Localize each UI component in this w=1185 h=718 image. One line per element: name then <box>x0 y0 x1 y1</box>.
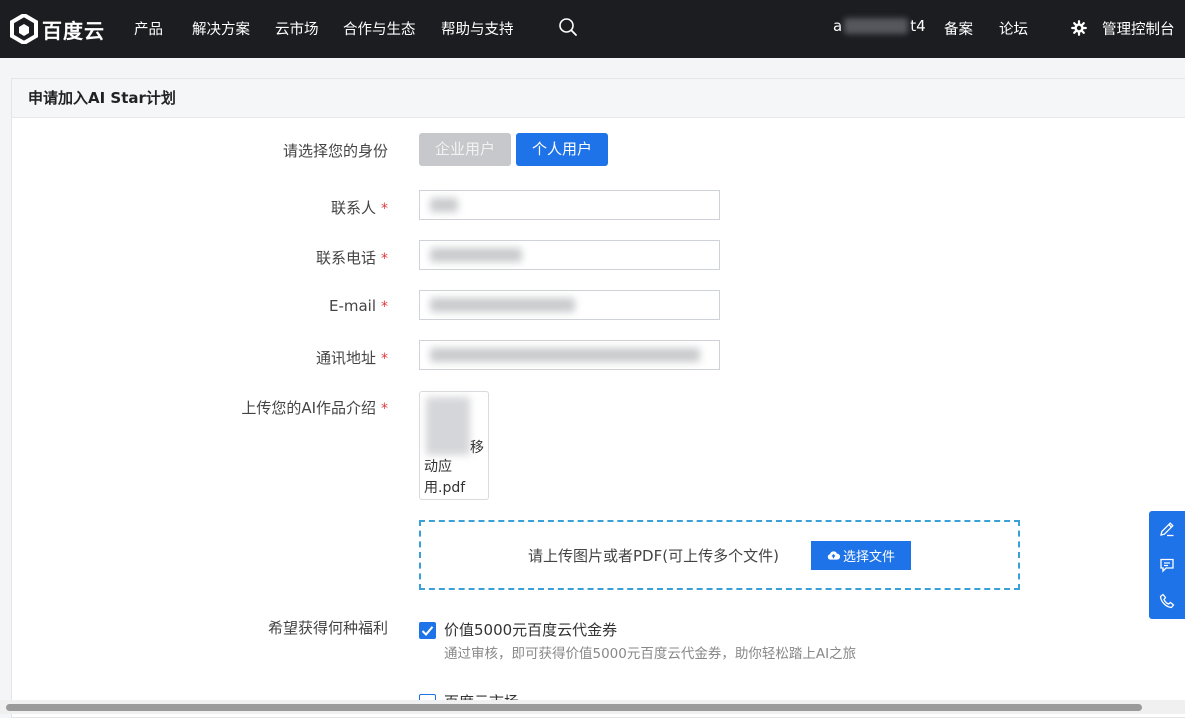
search-icon[interactable] <box>558 17 578 37</box>
phone-label: 联系电话 * <box>12 247 402 268</box>
contact-label: 联系人 * <box>12 197 402 218</box>
email-label: E-mail * <box>12 297 402 315</box>
brand-name: 百度云 <box>42 18 105 43</box>
nav-forum[interactable]: 论坛 <box>999 18 1028 39</box>
voucher-checkbox[interactable] <box>419 622 436 639</box>
redacted-value <box>430 248 522 262</box>
email-input[interactable] <box>419 290 720 320</box>
nav-products[interactable]: 产品 <box>134 18 163 39</box>
redacted-value <box>430 198 458 212</box>
file-name-part: 动应用.pdf <box>424 459 466 496</box>
check-icon <box>421 626 434 636</box>
voucher-option-desc: 通过审核，即可获得价值5000元百度云代金券，助你轻松踏上AI之旅 <box>444 646 857 662</box>
address-label-text: 通讯地址 <box>315 349 376 367</box>
brand-logo[interactable]: 百度云 <box>10 14 105 44</box>
benefits-label: 希望获得何种福利 <box>12 617 402 638</box>
address-label: 通讯地址 * <box>12 347 402 368</box>
baidu-cloud-logo-icon <box>10 14 38 44</box>
account-suffix: t4 <box>910 17 926 35</box>
address-input[interactable] <box>419 340 720 370</box>
console-link[interactable]: 管理控制台 <box>1102 18 1175 39</box>
uploaded-file-card[interactable]: 移 动应用.pdf <box>419 391 489 500</box>
identity-personal-button[interactable]: 个人用户 <box>516 133 608 166</box>
nav-support[interactable]: 帮助与支持 <box>441 18 514 39</box>
identity-label-text: 请选择您的身份 <box>282 142 388 160</box>
feedback-icon[interactable] <box>1158 556 1176 574</box>
horizontal-scrollbar[interactable] <box>0 700 1185 714</box>
nav-marketplace[interactable]: 云市场 <box>275 18 319 39</box>
phone-input[interactable] <box>419 240 720 270</box>
required-mark: * <box>381 201 388 217</box>
form-title: 申请加入AI Star计划 <box>12 79 1185 118</box>
required-mark: * <box>381 251 388 267</box>
benefits-label-text: 希望获得何种福利 <box>267 619 388 637</box>
upload-dropzone[interactable]: 请上传图片或者PDF(可上传多个文件) 选择文件 <box>419 520 1020 590</box>
required-mark: * <box>381 351 388 367</box>
email-label-text: E-mail <box>328 297 376 315</box>
required-mark: * <box>381 401 388 417</box>
redacted-value <box>430 298 575 312</box>
phone-label-text: 联系电话 <box>315 249 376 267</box>
edit-icon[interactable] <box>1158 520 1176 538</box>
voucher-option-title[interactable]: 价值5000元百度云代金券 <box>444 619 617 640</box>
identity-enterprise-button[interactable]: 企业用户 <box>419 133 511 166</box>
contact-input[interactable] <box>419 190 720 220</box>
redacted-value <box>430 348 700 362</box>
account-prefix: a <box>833 17 843 35</box>
floating-toolbar <box>1149 511 1185 619</box>
upload-label: 上传您的AI作品介绍 * <box>12 397 402 418</box>
scrollbar-thumb[interactable] <box>6 704 1142 711</box>
file-name-part: 移 <box>470 440 484 456</box>
nav-filing[interactable]: 备案 <box>944 18 973 39</box>
cloud-upload-icon <box>827 551 840 560</box>
top-nav: 百度云 产品 解决方案 云市场 合作与生态 帮助与支持 a t4 备案 论坛 管… <box>0 0 1185 58</box>
required-mark: * <box>381 299 388 315</box>
phone-icon[interactable] <box>1158 592 1176 610</box>
account-name[interactable]: a t4 <box>833 17 926 35</box>
dropzone-text: 请上传图片或者PDF(可上传多个文件) <box>528 547 779 565</box>
account-mask <box>844 18 909 34</box>
contact-label-text: 联系人 <box>330 199 376 217</box>
nav-solutions[interactable]: 解决方案 <box>192 18 250 39</box>
nav-ecosystem[interactable]: 合作与生态 <box>343 18 416 39</box>
identity-label: 请选择您的身份 <box>12 140 402 161</box>
choose-file-button[interactable]: 选择文件 <box>811 541 911 570</box>
gear-icon[interactable] <box>1071 20 1087 36</box>
redacted-file-name <box>426 397 470 455</box>
form-card: 申请加入AI Star计划 请选择您的身份 企业用户 个人用户 联系人 * 联系电… <box>11 78 1185 718</box>
choose-file-label: 选择文件 <box>842 550 895 565</box>
upload-label-text: 上传您的AI作品介绍 <box>241 399 376 417</box>
